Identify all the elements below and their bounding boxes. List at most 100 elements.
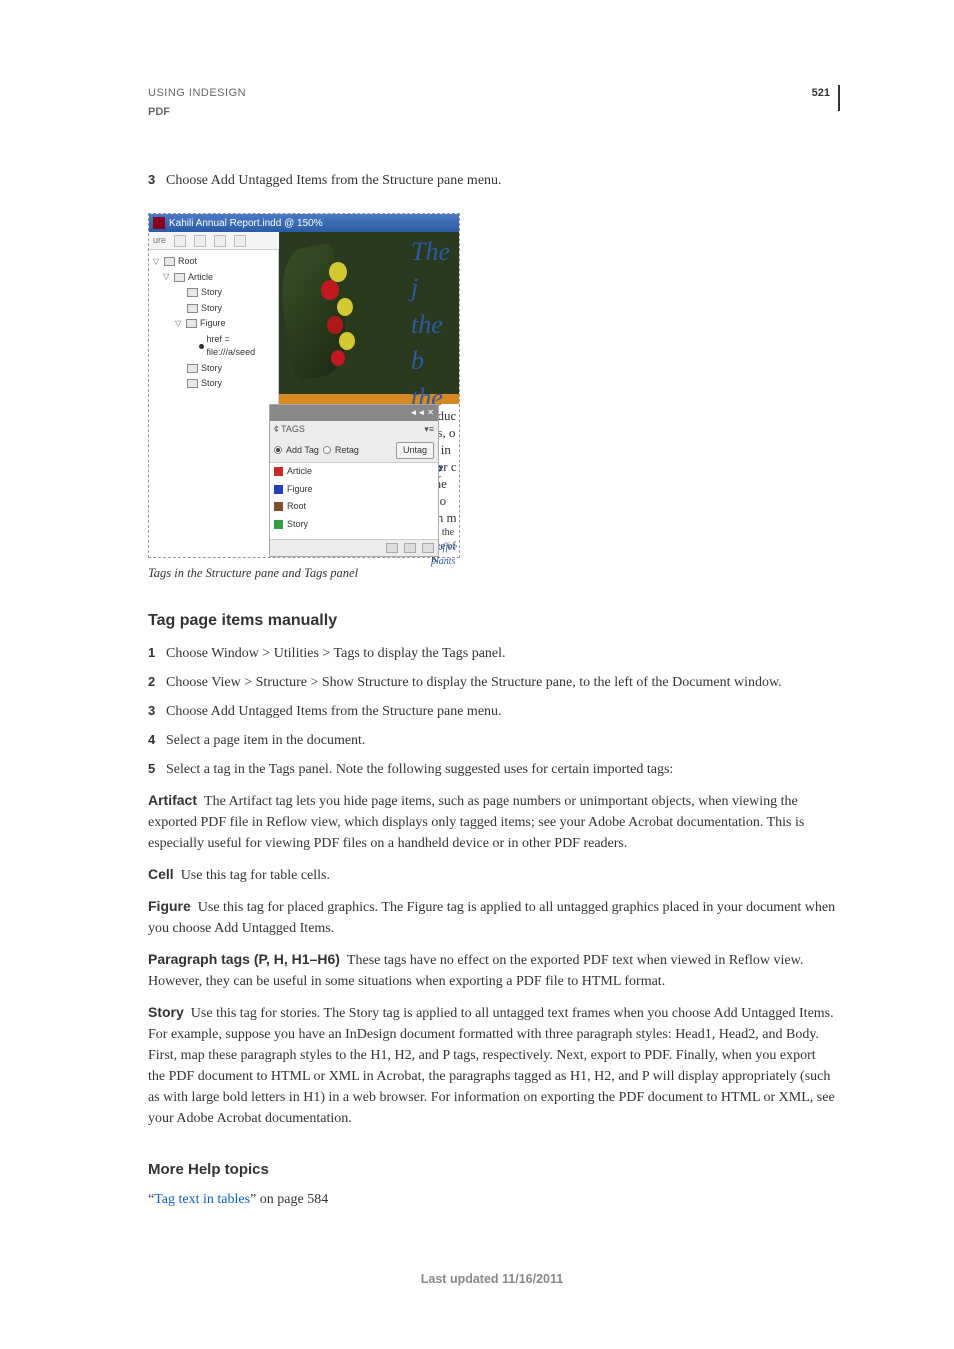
page-footer: Last updated 11/16/2011 [148, 1270, 836, 1289]
definition-term: Figure [148, 898, 191, 914]
color-swatch [274, 520, 283, 529]
definition-body: Use this tag for placed graphics. The Fi… [148, 900, 835, 936]
node-icon [187, 304, 198, 313]
tag-row[interactable]: Figure [270, 481, 438, 499]
definition-para: Artifact The Artifact tag lets you hide … [148, 790, 836, 854]
tag-name: Story [287, 518, 308, 532]
step-number: 4 [148, 730, 166, 751]
step-number: 3 [148, 170, 166, 191]
step-item: 3 Choose Add Untagged Items from the Str… [148, 701, 836, 722]
screenshot: Kahili Annual Report.indd @ 150% ure ▾≡ … [148, 213, 460, 558]
tags-panel: ◄◄ ✕ ¢ TAGS ▾≡ Add Tag Retag Untag Artic… [269, 404, 439, 557]
node-icon [186, 319, 197, 328]
toolbar-icon[interactable] [214, 235, 226, 247]
tree-node[interactable]: Story [201, 377, 222, 391]
definition-para: Cell Use this tag for table cells. [148, 864, 836, 886]
toolbar-icon[interactable] [174, 235, 186, 247]
definition-para: Story Use this tag for stories. The Stor… [148, 1002, 836, 1129]
step-text: Choose View > Structure > Show Structure… [166, 672, 836, 693]
color-swatch [274, 467, 283, 476]
figure: Kahili Annual Report.indd @ 150% ure ▾≡ … [148, 213, 836, 583]
step-item: 5 Select a tag in the Tags panel. Note t… [148, 759, 836, 780]
window-titlebar: Kahili Annual Report.indd @ 150% [149, 214, 459, 232]
section-heading: Tag page items manually [148, 609, 836, 633]
tag-row[interactable]: Story [270, 516, 438, 534]
node-icon [187, 288, 198, 297]
radio-label: Retag [335, 444, 359, 458]
toolbar-icon[interactable] [194, 235, 206, 247]
step-number: 1 [148, 643, 166, 664]
untag-button[interactable]: Untag [396, 442, 434, 460]
step-text: Choose Add Untagged Items from the Struc… [166, 170, 836, 191]
definition-para: Figure Use this tag for placed graphics.… [148, 896, 836, 939]
definition-body: Use this tag for table cells. [181, 868, 330, 883]
step-text: Choose Add Untagged Items from the Struc… [166, 701, 836, 722]
tag-name: Figure [287, 483, 313, 497]
tree-node[interactable]: Article [188, 271, 213, 285]
panel-title: TAGS [281, 423, 305, 437]
tree-node[interactable]: Story [201, 302, 222, 316]
radio-label: Add Tag [286, 444, 319, 458]
collapse-icon[interactable]: ◄◄ [409, 407, 425, 419]
step-text: Choose Window > Utilities > Tags to disp… [166, 643, 836, 664]
help-topics-heading: More Help topics [148, 1159, 836, 1182]
color-swatch [274, 502, 283, 511]
color-swatch [274, 485, 283, 494]
tree-node[interactable]: Story [201, 286, 222, 300]
tag-row[interactable]: Article [270, 463, 438, 481]
step-item: 4 Select a page item in the document. [148, 730, 836, 751]
step-number: 3 [148, 701, 166, 722]
help-link[interactable]: Tag text in tables [154, 1192, 250, 1207]
toolbar-label: ure [153, 234, 166, 248]
step-number: 2 [148, 672, 166, 693]
radio-retag[interactable] [323, 446, 331, 454]
panel-header: ◄◄ ✕ [270, 405, 438, 421]
definition-term: Paragraph tags (P, H, H1–H6) [148, 951, 340, 967]
node-icon [174, 273, 185, 282]
link-suffix: ” on page 584 [250, 1192, 328, 1207]
panel-controls: Add Tag Retag Untag [270, 439, 438, 463]
step-item: 2 Choose View > Structure > Show Structu… [148, 672, 836, 693]
disclosure-icon[interactable]: ▽ [175, 318, 183, 330]
structure-tree: ▽ Root ▽ Article Story Story ▽ Figure href … [149, 250, 279, 557]
disclosure-icon[interactable]: ▽ [163, 271, 171, 283]
tree-node[interactable]: Figure [200, 317, 226, 331]
panel-footer [270, 540, 438, 556]
tree-node[interactable]: Root [178, 255, 197, 269]
definition-body: Use this tag for stories. The Story tag … [148, 1006, 835, 1126]
node-icon [187, 364, 198, 373]
panel-title-row: ¢ TAGS ▾≡ [270, 421, 438, 439]
section-label: PDF [148, 104, 246, 121]
tree-attr: href = file:///a/seed [207, 333, 274, 360]
definition-para: Paragraph tags (P, H, H1–H6) These tags … [148, 949, 836, 992]
delete-tag-icon[interactable] [422, 543, 434, 553]
figure-caption: Tags in the Structure pane and Tags pane… [148, 564, 836, 583]
radio-add-tag[interactable] [274, 446, 282, 454]
definition-term: Story [148, 1004, 184, 1020]
toolbar-icon[interactable] [234, 235, 246, 247]
page-number: 521 [812, 85, 836, 102]
close-icon[interactable]: ✕ [427, 407, 434, 419]
page-header: USING INDESIGN PDF 521 [148, 85, 836, 120]
node-icon [187, 379, 198, 388]
tree-node[interactable]: Story [201, 362, 222, 376]
definition-term: Artifact [148, 792, 197, 808]
window-title: Kahili Annual Report.indd @ 150% [169, 216, 323, 231]
bullet-icon [199, 344, 204, 349]
node-icon [164, 257, 175, 266]
app-icon [153, 217, 165, 229]
tag-name: Root [287, 500, 306, 514]
step-item: 1 Choose Window > Utilities > Tags to di… [148, 643, 836, 664]
disclosure-icon[interactable]: ▽ [153, 256, 161, 268]
step-text: Select a page item in the document. [166, 730, 836, 751]
tag-name: Article [287, 465, 312, 479]
tags-list: Article Figure Root Story [270, 462, 438, 540]
panel-menu-icon[interactable]: ▾≡ [424, 423, 434, 437]
new-tag-icon[interactable] [404, 543, 416, 553]
step-item: 3 Choose Add Untagged Items from the Str… [148, 170, 836, 191]
step-text: Select a tag in the Tags panel. Note the… [166, 759, 836, 780]
footer-icon[interactable] [386, 543, 398, 553]
step-number: 5 [148, 759, 166, 780]
tag-row[interactable]: Root [270, 498, 438, 516]
header-rule [838, 85, 840, 111]
